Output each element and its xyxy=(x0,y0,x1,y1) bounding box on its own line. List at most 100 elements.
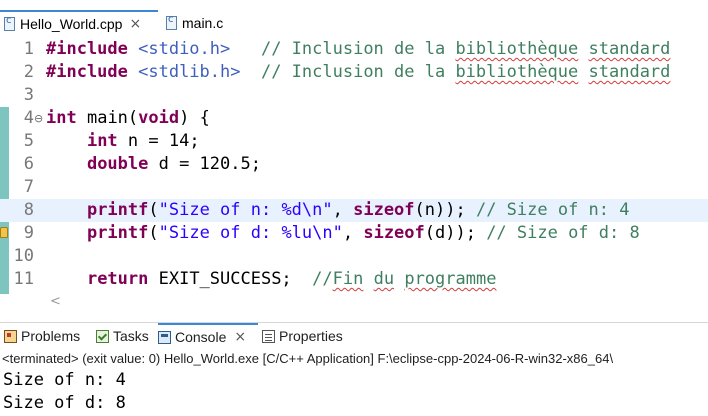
tab-label: Problems xyxy=(21,328,81,344)
code-token: // Size of n: 4 xyxy=(475,200,630,220)
code-token: ( xyxy=(148,223,159,243)
code-token: return xyxy=(86,269,149,289)
code-token: #include xyxy=(46,62,139,82)
console-output[interactable]: Size of n: 4 Size of d: 8 xyxy=(3,369,126,415)
code-token: standard xyxy=(588,39,671,59)
code-token: , xyxy=(332,200,354,220)
line-number: 8 xyxy=(23,200,34,220)
tab-label: Console xyxy=(175,329,227,345)
code-token: du xyxy=(373,269,395,289)
code-token: standard xyxy=(588,62,671,82)
line-number: 1 xyxy=(23,39,34,59)
code-token: // Inclusion de la xyxy=(260,39,456,59)
code-token: programme xyxy=(404,269,497,289)
console-line: Size of d: 8 xyxy=(3,393,126,413)
tab-label: Hello_World.cpp xyxy=(20,16,123,32)
code-editor[interactable]: 1 #include <stdio.h> // Inclusion de la b… xyxy=(0,36,708,294)
properties-icon xyxy=(262,329,275,343)
line-number: 2 xyxy=(23,62,34,82)
console-line: Size of n: 4 xyxy=(3,370,126,390)
code-token: // Inclusion de la xyxy=(260,62,456,82)
tab-hello-world-cpp[interactable]: Hello_World.cpp × xyxy=(0,10,158,36)
code-token: sizeof xyxy=(363,223,425,243)
close-icon[interactable]: × xyxy=(129,16,141,32)
code-line[interactable]: 9 printf("Size of d: %lu\n", sizeof(d));… xyxy=(0,222,708,245)
line-number: 4 xyxy=(23,108,34,128)
tab-main-c[interactable]: main.c xyxy=(160,10,240,36)
code-token: bibliothèque xyxy=(455,39,579,59)
console-status: <terminated> (exit value: 0) Hello_World… xyxy=(2,351,614,366)
code-token: <stdio.h> xyxy=(138,39,231,59)
code-line[interactable]: 2 #include <stdlib.h> // Inclusion de la … xyxy=(0,61,708,84)
tab-tasks[interactable]: Tasks xyxy=(96,323,149,349)
code-text: #include <stdlib.h> // Inclusion de la b… xyxy=(46,61,670,84)
code-line[interactable]: 6 double d = 120.5; xyxy=(0,153,708,176)
code-line[interactable]: 7 xyxy=(0,176,708,199)
code-token: void xyxy=(138,108,180,128)
code-token: ) { xyxy=(179,108,210,128)
c-file-icon xyxy=(166,14,177,30)
tab-console[interactable]: Console × xyxy=(158,323,258,349)
line-number: 9 xyxy=(23,223,34,243)
code-lines[interactable]: 1 #include <stdio.h> // Inclusion de la b… xyxy=(0,38,708,291)
line-number: 7 xyxy=(23,177,34,197)
problems-icon xyxy=(4,329,17,343)
c-file-icon xyxy=(4,15,15,31)
code-token: printf xyxy=(86,200,149,220)
code-line[interactable]: 11 return EXIT_SUCCESS; //Fin du program… xyxy=(0,268,708,291)
line-number: 10 xyxy=(13,246,34,266)
code-token: #include xyxy=(46,39,139,59)
code-token: Fin xyxy=(332,269,364,289)
line-number: 11 xyxy=(13,269,34,289)
tab-label: main.c xyxy=(182,15,224,31)
code-text: return EXIT_SUCCESS; //Fin du programme xyxy=(46,268,497,291)
close-icon[interactable]: × xyxy=(234,329,246,345)
code-token: bibliothèque xyxy=(455,62,579,82)
code-token: // xyxy=(312,269,333,289)
code-token: // Size of d: 8 xyxy=(486,223,640,243)
tab-label: Tasks xyxy=(113,328,149,344)
scroll-left-icon[interactable]: < xyxy=(50,294,61,309)
fold-collapse-icon[interactable]: ⊖ xyxy=(34,107,43,130)
code-token: sizeof xyxy=(353,200,415,220)
code-token: (d)); xyxy=(424,223,487,243)
code-token: ( xyxy=(127,108,139,128)
code-line[interactable]: 1 #include <stdio.h> // Inclusion de la b… xyxy=(0,38,708,61)
horizontal-scrollbar[interactable]: < xyxy=(46,294,708,312)
tab-problems[interactable]: Problems xyxy=(4,323,80,349)
code-text: int n = 14; xyxy=(46,130,200,153)
code-text: int main(void) { xyxy=(46,107,210,130)
code-token: printf xyxy=(86,223,149,243)
tasks-icon xyxy=(96,329,109,343)
code-line[interactable]: 5 int n = 14; xyxy=(0,130,708,153)
view-tab-bar: Problems Tasks Console × Properties xyxy=(0,322,708,349)
code-token: double xyxy=(86,154,149,174)
code-token: int xyxy=(86,131,118,151)
code-line[interactable]: 8 printf("Size of n: %d\n", sizeof(n)); … xyxy=(0,199,708,222)
code-token: , xyxy=(342,223,364,243)
code-token: <stdlib.h> xyxy=(138,62,241,82)
code-text: printf("Size of d: %lu\n", sizeof(d)); /… xyxy=(46,222,640,245)
code-text: #include <stdio.h> // Inclusion de la bi… xyxy=(46,38,670,61)
code-line[interactable]: 3 xyxy=(0,84,708,107)
code-text: printf("Size of n: %d\n", sizeof(n)); //… xyxy=(46,199,630,222)
tab-properties[interactable]: Properties xyxy=(262,323,343,349)
code-token: n = 14; xyxy=(117,131,200,151)
code-token: int xyxy=(46,108,77,128)
code-line[interactable]: 4 ⊖ int main(void) { xyxy=(0,107,708,130)
code-line[interactable]: 10 xyxy=(0,245,708,268)
code-text: double d = 120.5; xyxy=(46,153,261,176)
line-number: 5 xyxy=(23,131,34,151)
code-token: main xyxy=(86,108,128,128)
